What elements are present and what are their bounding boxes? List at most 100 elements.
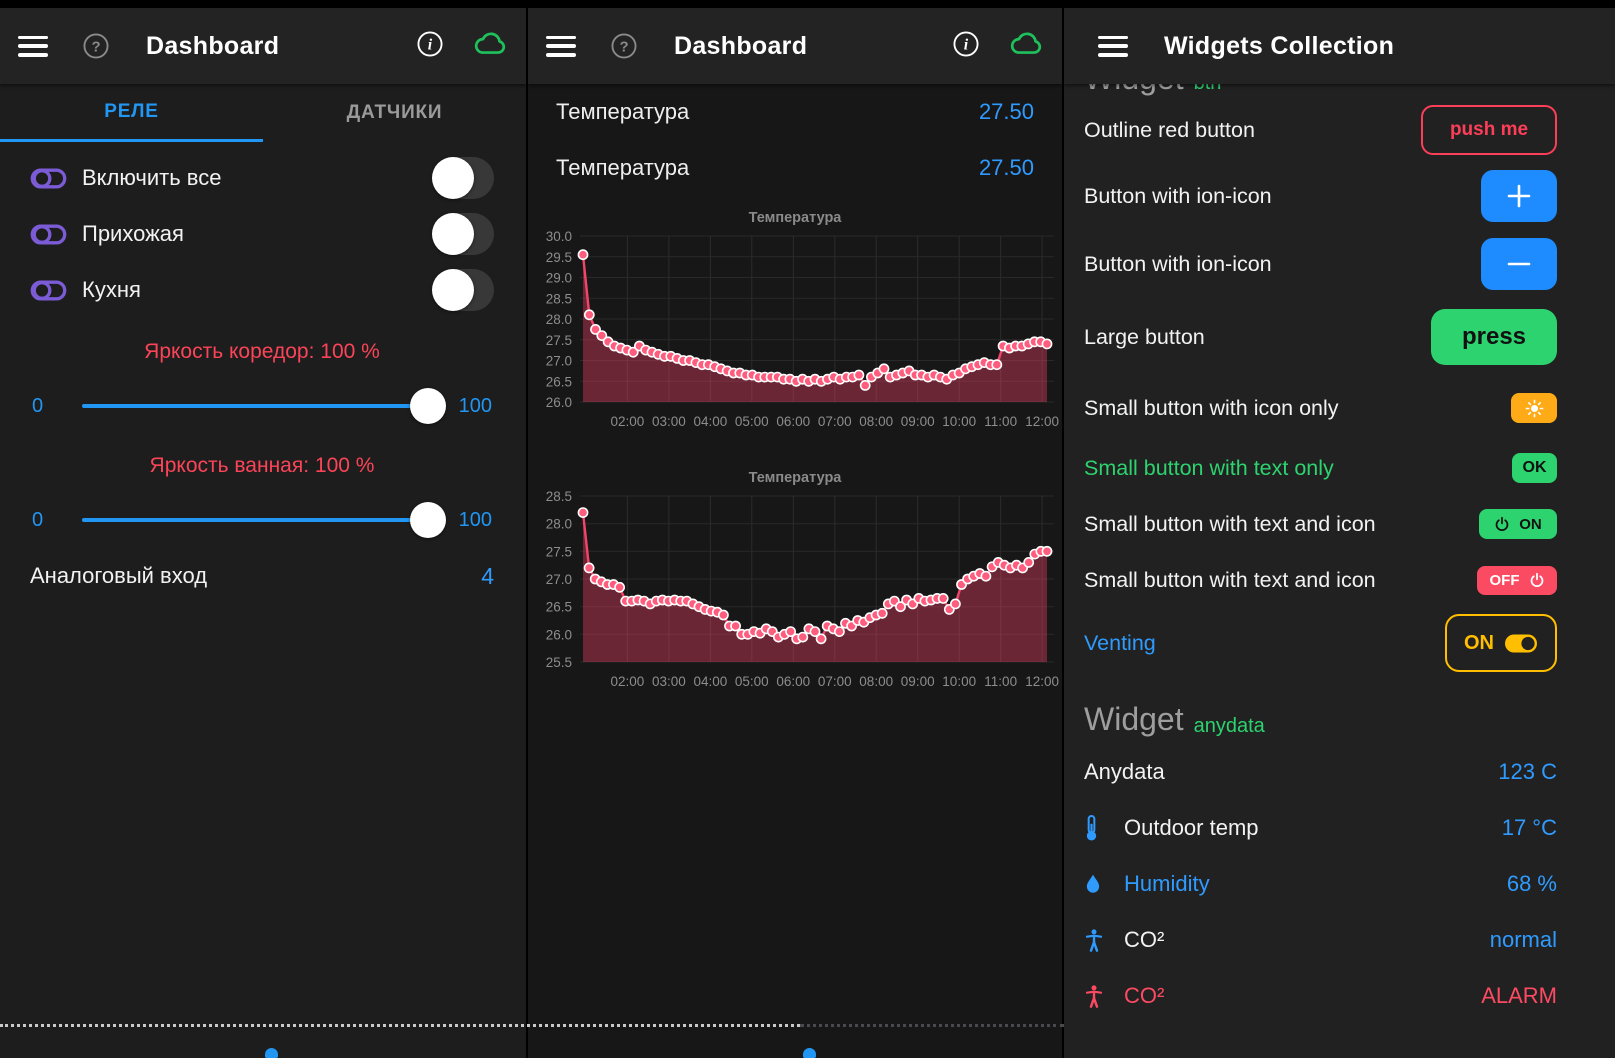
widget-row-plus: Button with ion-icon: [1084, 162, 1557, 230]
off-button[interactable]: OFF: [1477, 566, 1557, 595]
slider-thumb[interactable]: [410, 502, 446, 538]
brightness-corridor-slider[interactable]: [82, 404, 442, 408]
slider-min-label: 0: [32, 395, 76, 418]
menu-icon[interactable]: [1098, 36, 1128, 57]
svg-text:27.5: 27.5: [546, 333, 572, 348]
svg-text:08:00: 08:00: [859, 674, 893, 689]
slider-max-label: 100: [448, 509, 492, 532]
svg-text:30.0: 30.0: [546, 229, 572, 244]
thermometer-icon: [1084, 814, 1110, 842]
brightness-bathroom-slider[interactable]: [82, 518, 442, 522]
temperature-value-row: Температура 27.50: [528, 140, 1062, 196]
svg-text:28.5: 28.5: [546, 291, 572, 306]
svg-text:05:00: 05:00: [735, 414, 769, 429]
cloud-icon[interactable]: [472, 31, 508, 62]
temperature-value: 27.50: [979, 99, 1034, 125]
menu-icon[interactable]: [18, 36, 48, 57]
svg-text:06:00: 06:00: [776, 414, 810, 429]
widget-row-minus: Button with ion-icon: [1084, 230, 1557, 298]
cloud-icon[interactable]: [1008, 31, 1044, 62]
svg-text:06:00: 06:00: [776, 674, 810, 689]
tab-sensors[interactable]: ДАТЧИКИ: [263, 84, 526, 142]
clipped-widget-heading: Widget btn: [1084, 84, 1557, 98]
svg-text:07:00: 07:00: [818, 414, 852, 429]
toggle-glyph-icon: [30, 221, 70, 248]
header: ? Dashboard i: [0, 8, 526, 84]
svg-text:?: ?: [91, 39, 100, 56]
svg-text:25.5: 25.5: [546, 655, 572, 670]
widget-row-venting: Venting ON: [1084, 608, 1557, 678]
info-icon[interactable]: i: [416, 30, 444, 63]
svg-text:27.0: 27.0: [546, 354, 572, 369]
on-button[interactable]: ON: [1479, 509, 1557, 539]
row-label: Small button with icon only: [1084, 396, 1339, 421]
bottom-dotted-divider: [0, 1024, 800, 1027]
switch-label: Включить все: [82, 165, 221, 191]
remove-icon: [1505, 250, 1533, 278]
svg-text:04:00: 04:00: [694, 674, 728, 689]
panel-dashboard-relays: ? Dashboard i РЕЛЕ ДАТЧИКИ Включить все: [0, 8, 526, 1058]
widget-row-on-button: Small button with text and icon ON: [1084, 496, 1557, 552]
slider-title-bathroom: Яркость ванная: 100 %: [30, 454, 494, 478]
widget-row-text-only: Small button with text only OK: [1084, 440, 1557, 496]
svg-text:11:00: 11:00: [984, 414, 1017, 429]
svg-text:12:00: 12:00: [1025, 414, 1059, 429]
switch-label: Прихожая: [82, 221, 184, 247]
push-me-button[interactable]: push me: [1421, 105, 1557, 155]
data-value: ALARM: [1481, 983, 1557, 1009]
data-label: CO²: [1124, 983, 1164, 1009]
info-icon[interactable]: i: [952, 30, 980, 63]
svg-text:?: ?: [619, 39, 628, 56]
page-title: Dashboard: [146, 32, 279, 61]
switch-kitchen[interactable]: [432, 269, 494, 311]
svg-text:08:00: 08:00: [859, 414, 893, 429]
menu-icon[interactable]: [546, 36, 576, 57]
tab-bar: РЕЛЕ ДАТЧИКИ: [0, 84, 526, 142]
data-row-co2-alarm: CO² ALARM: [1084, 968, 1557, 1024]
switch-all[interactable]: [432, 157, 494, 199]
decrement-button[interactable]: [1481, 238, 1557, 290]
svg-text:29.5: 29.5: [546, 250, 572, 265]
button-label: ON: [1464, 632, 1494, 655]
slider-title-corridor: Яркость коредор: 100 %: [30, 340, 494, 364]
widget-row-outline-red: Outline red button push me: [1084, 98, 1557, 162]
svg-text:02:00: 02:00: [611, 414, 645, 429]
add-icon: [1505, 182, 1533, 210]
tab-relays[interactable]: РЕЛЕ: [0, 84, 263, 142]
body-icon: [1084, 928, 1110, 953]
switch-row-hallway: Прихожая: [30, 206, 494, 262]
sunny-icon: [1525, 399, 1544, 418]
slider-thumb[interactable]: [410, 388, 446, 424]
ok-button[interactable]: OK: [1512, 453, 1557, 483]
help-icon[interactable]: ?: [610, 32, 638, 60]
temperature-label: Температура: [556, 99, 689, 125]
switch-label: Кухня: [82, 277, 141, 303]
svg-text:03:00: 03:00: [652, 414, 686, 429]
temperature-chart-2: 02:0003:0004:0005:0006:0007:0008:0009:00…: [528, 466, 1062, 700]
svg-text:28.5: 28.5: [546, 489, 572, 504]
clipped-blue-glyph: [803, 1048, 816, 1058]
press-button[interactable]: press: [1431, 309, 1557, 365]
row-label: Small button with text and icon: [1084, 512, 1376, 537]
switch-hallway[interactable]: [432, 213, 494, 255]
svg-text:26.5: 26.5: [546, 600, 572, 615]
widget-heading-title: Widget: [1084, 84, 1184, 96]
data-label: Humidity: [1124, 871, 1210, 897]
slider-max-label: 100: [448, 395, 492, 418]
venting-toggle-button[interactable]: ON: [1445, 614, 1557, 672]
toggle-glyph-icon: [30, 277, 70, 304]
widget-heading-badge: btn: [1194, 84, 1222, 94]
svg-text:27.0: 27.0: [546, 572, 572, 587]
svg-text:26.0: 26.0: [546, 627, 572, 642]
increment-button[interactable]: [1481, 170, 1557, 222]
data-row-humidity: Humidity 68 %: [1084, 856, 1557, 912]
data-value: 17 °C: [1502, 815, 1557, 841]
data-value: 68 %: [1507, 871, 1557, 897]
help-icon[interactable]: ?: [82, 32, 110, 60]
svg-text:26.0: 26.0: [546, 395, 572, 410]
widget-row-icon-only: Small button with icon only: [1084, 376, 1557, 440]
sun-button[interactable]: [1511, 393, 1557, 423]
button-label: ON: [1519, 516, 1542, 533]
button-label: push me: [1450, 119, 1528, 141]
toggle-glyph-icon: [30, 165, 70, 192]
